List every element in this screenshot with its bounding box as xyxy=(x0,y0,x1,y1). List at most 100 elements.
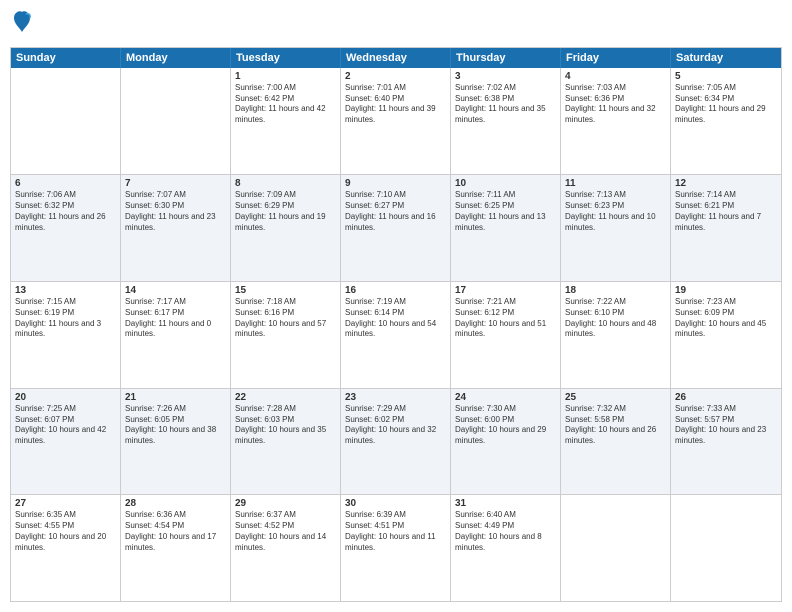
day-number: 26 xyxy=(675,392,777,403)
day-info: Sunrise: 7:14 AM Sunset: 6:21 PM Dayligh… xyxy=(675,190,777,233)
calendar-header: SundayMondayTuesdayWednesdayThursdayFrid… xyxy=(11,48,781,68)
day-number: 19 xyxy=(675,285,777,296)
day-info: Sunrise: 7:18 AM Sunset: 6:16 PM Dayligh… xyxy=(235,297,336,340)
calendar-cell xyxy=(561,495,671,601)
header xyxy=(10,10,782,39)
weekday-header-thursday: Thursday xyxy=(451,48,561,68)
calendar-cell: 25Sunrise: 7:32 AM Sunset: 5:58 PM Dayli… xyxy=(561,389,671,495)
calendar-cell: 6Sunrise: 7:06 AM Sunset: 6:32 PM Daylig… xyxy=(11,175,121,281)
calendar-cell: 28Sunrise: 6:36 AM Sunset: 4:54 PM Dayli… xyxy=(121,495,231,601)
calendar-cell: 12Sunrise: 7:14 AM Sunset: 6:21 PM Dayli… xyxy=(671,175,781,281)
day-number: 29 xyxy=(235,498,336,509)
weekday-header-tuesday: Tuesday xyxy=(231,48,341,68)
day-info: Sunrise: 7:03 AM Sunset: 6:36 PM Dayligh… xyxy=(565,83,666,126)
day-info: Sunrise: 7:07 AM Sunset: 6:30 PM Dayligh… xyxy=(125,190,226,233)
day-info: Sunrise: 7:29 AM Sunset: 6:02 PM Dayligh… xyxy=(345,404,446,447)
day-number: 31 xyxy=(455,498,556,509)
calendar-cell: 14Sunrise: 7:17 AM Sunset: 6:17 PM Dayli… xyxy=(121,282,231,388)
calendar: SundayMondayTuesdayWednesdayThursdayFrid… xyxy=(10,47,782,602)
day-number: 10 xyxy=(455,178,556,189)
day-info: Sunrise: 7:33 AM Sunset: 5:57 PM Dayligh… xyxy=(675,404,777,447)
day-number: 17 xyxy=(455,285,556,296)
calendar-row: 20Sunrise: 7:25 AM Sunset: 6:07 PM Dayli… xyxy=(11,388,781,495)
calendar-row: 13Sunrise: 7:15 AM Sunset: 6:19 PM Dayli… xyxy=(11,281,781,388)
day-info: Sunrise: 7:28 AM Sunset: 6:03 PM Dayligh… xyxy=(235,404,336,447)
calendar-cell: 30Sunrise: 6:39 AM Sunset: 4:51 PM Dayli… xyxy=(341,495,451,601)
page: SundayMondayTuesdayWednesdayThursdayFrid… xyxy=(0,0,792,612)
day-number: 27 xyxy=(15,498,116,509)
day-info: Sunrise: 7:22 AM Sunset: 6:10 PM Dayligh… xyxy=(565,297,666,340)
day-number: 6 xyxy=(15,178,116,189)
logo-bird-icon xyxy=(12,10,32,34)
day-number: 13 xyxy=(15,285,116,296)
calendar-cell: 24Sunrise: 7:30 AM Sunset: 6:00 PM Dayli… xyxy=(451,389,561,495)
weekday-header-saturday: Saturday xyxy=(671,48,781,68)
calendar-cell: 10Sunrise: 7:11 AM Sunset: 6:25 PM Dayli… xyxy=(451,175,561,281)
calendar-row: 6Sunrise: 7:06 AM Sunset: 6:32 PM Daylig… xyxy=(11,174,781,281)
calendar-cell: 7Sunrise: 7:07 AM Sunset: 6:30 PM Daylig… xyxy=(121,175,231,281)
calendar-cell: 17Sunrise: 7:21 AM Sunset: 6:12 PM Dayli… xyxy=(451,282,561,388)
day-info: Sunrise: 7:15 AM Sunset: 6:19 PM Dayligh… xyxy=(15,297,116,340)
calendar-row: 1Sunrise: 7:00 AM Sunset: 6:42 PM Daylig… xyxy=(11,68,781,175)
day-info: Sunrise: 6:36 AM Sunset: 4:54 PM Dayligh… xyxy=(125,510,226,553)
day-info: Sunrise: 7:17 AM Sunset: 6:17 PM Dayligh… xyxy=(125,297,226,340)
day-info: Sunrise: 7:19 AM Sunset: 6:14 PM Dayligh… xyxy=(345,297,446,340)
day-number: 9 xyxy=(345,178,446,189)
weekday-header-sunday: Sunday xyxy=(11,48,121,68)
day-info: Sunrise: 7:26 AM Sunset: 6:05 PM Dayligh… xyxy=(125,404,226,447)
day-number: 28 xyxy=(125,498,226,509)
calendar-cell: 29Sunrise: 6:37 AM Sunset: 4:52 PM Dayli… xyxy=(231,495,341,601)
day-info: Sunrise: 6:39 AM Sunset: 4:51 PM Dayligh… xyxy=(345,510,446,553)
calendar-cell: 13Sunrise: 7:15 AM Sunset: 6:19 PM Dayli… xyxy=(11,282,121,388)
day-number: 1 xyxy=(235,71,336,82)
day-info: Sunrise: 7:23 AM Sunset: 6:09 PM Dayligh… xyxy=(675,297,777,340)
day-number: 11 xyxy=(565,178,666,189)
day-number: 5 xyxy=(675,71,777,82)
day-number: 8 xyxy=(235,178,336,189)
calendar-cell: 23Sunrise: 7:29 AM Sunset: 6:02 PM Dayli… xyxy=(341,389,451,495)
logo xyxy=(10,10,34,39)
day-info: Sunrise: 7:11 AM Sunset: 6:25 PM Dayligh… xyxy=(455,190,556,233)
day-info: Sunrise: 6:37 AM Sunset: 4:52 PM Dayligh… xyxy=(235,510,336,553)
day-info: Sunrise: 7:00 AM Sunset: 6:42 PM Dayligh… xyxy=(235,83,336,126)
calendar-cell: 8Sunrise: 7:09 AM Sunset: 6:29 PM Daylig… xyxy=(231,175,341,281)
day-info: Sunrise: 6:40 AM Sunset: 4:49 PM Dayligh… xyxy=(455,510,556,553)
calendar-cell: 3Sunrise: 7:02 AM Sunset: 6:38 PM Daylig… xyxy=(451,68,561,175)
day-number: 21 xyxy=(125,392,226,403)
day-info: Sunrise: 7:02 AM Sunset: 6:38 PM Dayligh… xyxy=(455,83,556,126)
day-number: 22 xyxy=(235,392,336,403)
day-number: 7 xyxy=(125,178,226,189)
day-number: 25 xyxy=(565,392,666,403)
day-number: 4 xyxy=(565,71,666,82)
day-number: 18 xyxy=(565,285,666,296)
calendar-cell: 27Sunrise: 6:35 AM Sunset: 4:55 PM Dayli… xyxy=(11,495,121,601)
calendar-cell: 21Sunrise: 7:26 AM Sunset: 6:05 PM Dayli… xyxy=(121,389,231,495)
day-number: 15 xyxy=(235,285,336,296)
day-info: Sunrise: 7:05 AM Sunset: 6:34 PM Dayligh… xyxy=(675,83,777,126)
day-info: Sunrise: 7:06 AM Sunset: 6:32 PM Dayligh… xyxy=(15,190,116,233)
calendar-cell: 1Sunrise: 7:00 AM Sunset: 6:42 PM Daylig… xyxy=(231,68,341,175)
calendar-cell: 4Sunrise: 7:03 AM Sunset: 6:36 PM Daylig… xyxy=(561,68,671,175)
calendar-body: 1Sunrise: 7:00 AM Sunset: 6:42 PM Daylig… xyxy=(11,68,781,601)
day-number: 12 xyxy=(675,178,777,189)
day-number: 3 xyxy=(455,71,556,82)
logo-text xyxy=(10,10,32,39)
day-info: Sunrise: 7:10 AM Sunset: 6:27 PM Dayligh… xyxy=(345,190,446,233)
weekday-header-monday: Monday xyxy=(121,48,231,68)
calendar-cell: 9Sunrise: 7:10 AM Sunset: 6:27 PM Daylig… xyxy=(341,175,451,281)
day-number: 14 xyxy=(125,285,226,296)
calendar-cell xyxy=(11,68,121,175)
calendar-cell xyxy=(121,68,231,175)
day-info: Sunrise: 7:09 AM Sunset: 6:29 PM Dayligh… xyxy=(235,190,336,233)
calendar-cell: 19Sunrise: 7:23 AM Sunset: 6:09 PM Dayli… xyxy=(671,282,781,388)
calendar-cell: 22Sunrise: 7:28 AM Sunset: 6:03 PM Dayli… xyxy=(231,389,341,495)
calendar-cell: 2Sunrise: 7:01 AM Sunset: 6:40 PM Daylig… xyxy=(341,68,451,175)
day-number: 24 xyxy=(455,392,556,403)
day-number: 30 xyxy=(345,498,446,509)
calendar-row: 27Sunrise: 6:35 AM Sunset: 4:55 PM Dayli… xyxy=(11,494,781,601)
calendar-cell: 18Sunrise: 7:22 AM Sunset: 6:10 PM Dayli… xyxy=(561,282,671,388)
calendar-cell: 26Sunrise: 7:33 AM Sunset: 5:57 PM Dayli… xyxy=(671,389,781,495)
day-info: Sunrise: 7:25 AM Sunset: 6:07 PM Dayligh… xyxy=(15,404,116,447)
day-number: 16 xyxy=(345,285,446,296)
day-info: Sunrise: 7:01 AM Sunset: 6:40 PM Dayligh… xyxy=(345,83,446,126)
